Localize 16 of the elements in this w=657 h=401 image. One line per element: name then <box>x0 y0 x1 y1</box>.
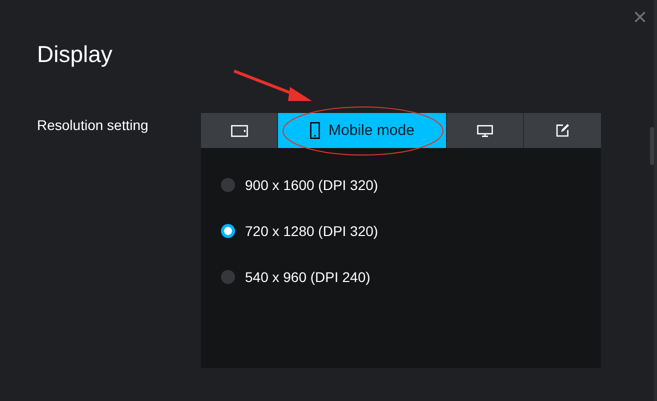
desktop-tab[interactable] <box>447 113 524 148</box>
window-title: Display <box>37 41 112 68</box>
option-label: 900 x 1600 (DPI 320) <box>245 177 378 193</box>
monitor-icon <box>477 124 493 136</box>
edit-icon <box>556 124 569 137</box>
custom-tab[interactable] <box>524 113 601 148</box>
tablet-tab[interactable] <box>201 113 278 148</box>
radio-button[interactable] <box>221 178 235 192</box>
setting-label: Resolution setting <box>37 116 150 135</box>
radio-button[interactable] <box>221 270 235 284</box>
option-label: 540 x 960 (DPI 240) <box>245 269 370 285</box>
phone-icon <box>310 122 320 139</box>
mobile-tab[interactable]: Mobile mode <box>278 113 447 148</box>
option-label: 720 x 1280 (DPI 320) <box>245 223 378 239</box>
tablet-icon <box>230 124 248 136</box>
radio-button[interactable] <box>221 224 235 238</box>
